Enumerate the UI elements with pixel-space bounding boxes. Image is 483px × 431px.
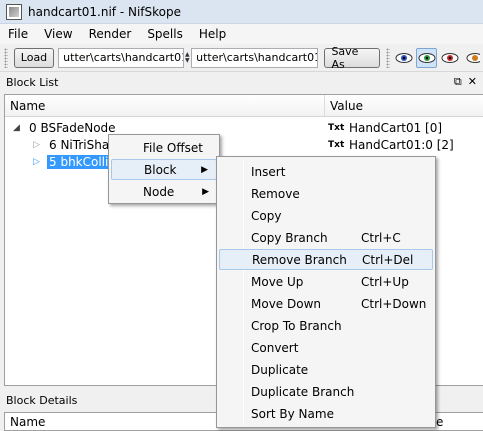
submenu-arrow-icon: ▶	[202, 186, 209, 197]
submenu-arrow-icon: ▶	[201, 164, 208, 175]
block-details-title: Block Details	[6, 393, 78, 407]
context-item-node[interactable]: Node ▶	[111, 181, 217, 202]
tree-node-value: HandCart01 [0]	[349, 120, 443, 135]
txt-badge: Txt	[328, 122, 345, 133]
close-icon[interactable]: ✕	[468, 75, 477, 89]
submenu-item-move-down[interactable]: Move Down Ctrl+Down	[219, 293, 433, 314]
submenu-item-convert[interactable]: Convert	[219, 337, 433, 358]
load-path-field[interactable]: utter\carts\handcart01.nif	[58, 47, 184, 68]
column-name-header[interactable]: Name	[5, 95, 325, 116]
menu-file[interactable]: File	[0, 27, 36, 41]
menu-help[interactable]: Help	[191, 27, 234, 41]
context-item-file-offset[interactable]: File Offset	[111, 137, 217, 158]
column-value-header[interactable]: Value	[325, 95, 483, 116]
tree-node-label[interactable]: 6 NiTriSha	[47, 138, 111, 152]
submenu-item-move-up[interactable]: Move Up Ctrl+Up	[219, 271, 433, 292]
toolbar-grip-2[interactable]	[385, 47, 390, 68]
toolbar-grip[interactable]	[4, 47, 8, 68]
collapsed-arrow-icon[interactable]: ▷	[33, 157, 43, 167]
title-bar: handcart01.nif - NifSkope	[0, 0, 483, 24]
menu-render[interactable]: Render	[81, 27, 140, 41]
tree-node-label[interactable]: 5 bhkCollis	[47, 154, 117, 169]
tree-row[interactable]: ▷ 6 NiTriSha Txt HandCart01:0 [2]	[5, 136, 483, 153]
submenu-item-duplicate[interactable]: Duplicate	[219, 359, 433, 380]
float-icon[interactable]: ⧉	[454, 75, 462, 89]
load-button[interactable]: Load	[13, 47, 55, 68]
menu-spells[interactable]: Spells	[139, 27, 191, 41]
collapsed-arrow-icon[interactable]: ▷	[33, 140, 43, 150]
submenu-item-copy[interactable]: Copy	[219, 205, 433, 226]
toolbar: Load utter\carts\handcart01.nif ▲▼ utter…	[0, 44, 483, 72]
submenu-item-remove-branch[interactable]: Remove Branch Ctrl+Del	[219, 249, 433, 270]
view-blue-eye-icon[interactable]	[394, 48, 415, 68]
load-path-dropdown-icon[interactable]: ▲ ▼	[184, 48, 192, 68]
block-submenu: Insert Remove Copy Copy Branch Ctrl+C Re…	[216, 156, 436, 428]
submenu-item-insert[interactable]: Insert	[219, 161, 433, 182]
submenu-item-copy-branch[interactable]: Copy Branch Ctrl+C	[219, 227, 433, 248]
window-title: handcart01.nif - NifSkope	[28, 4, 181, 19]
submenu-item-duplicate-branch[interactable]: Duplicate Branch	[219, 381, 433, 402]
txt-badge: Txt	[328, 139, 345, 150]
block-list-title: Block List	[6, 75, 59, 89]
save-path-field[interactable]: utter\carts\handcart01.nif	[191, 47, 319, 68]
submenu-item-remove[interactable]: Remove	[219, 183, 433, 204]
app-icon	[6, 3, 22, 20]
tree-row[interactable]: ◢ 0 BSFadeNode Txt HandCart01 [0]	[5, 119, 483, 136]
tree-node-value: HandCart01:0 [2]	[349, 137, 454, 152]
block-list-title-bar: Block List ⧉ ✕	[0, 72, 483, 92]
details-column-name[interactable]: Name	[10, 415, 45, 429]
menu-view[interactable]: View	[36, 27, 80, 41]
menu-bar: File View Render Spells Help	[0, 24, 483, 44]
expanded-arrow-icon[interactable]: ◢	[13, 123, 23, 133]
tree-header: Name Value	[5, 95, 483, 117]
context-item-block[interactable]: Block ▶	[111, 159, 217, 180]
view-green-eye-icon[interactable]	[416, 47, 438, 68]
view-orange-eye-icon[interactable]	[462, 48, 483, 68]
tree-node-label[interactable]: 0 BSFadeNode	[27, 121, 118, 135]
view-red-eye-icon[interactable]	[439, 48, 460, 68]
details-column-value[interactable]: e	[436, 415, 443, 429]
context-menu: File Offset Block ▶ Node ▶	[108, 134, 220, 204]
save-as-button[interactable]: Save As	[324, 45, 380, 71]
submenu-item-crop-to-branch[interactable]: Crop To Branch	[219, 315, 433, 336]
submenu-item-sort-by-name[interactable]: Sort By Name	[219, 403, 433, 424]
